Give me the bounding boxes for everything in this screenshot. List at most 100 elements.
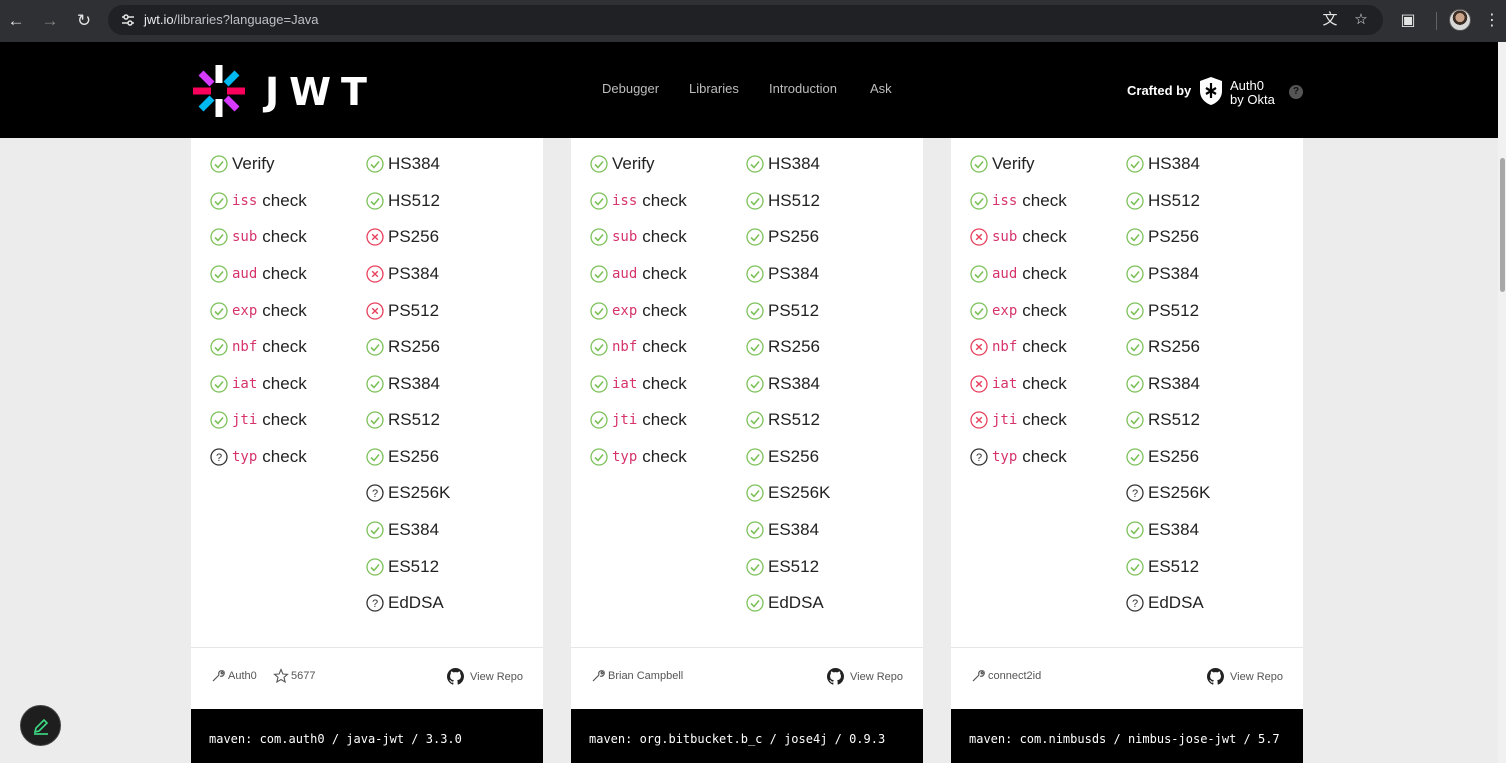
check-circle-icon <box>1126 338 1144 356</box>
jwt-logo-icon[interactable] <box>190 62 248 120</box>
check-circle-icon <box>746 338 764 356</box>
maintainer[interactable]: Brian Campbell <box>590 668 683 684</box>
claim-label: check <box>642 447 687 466</box>
check-circle-icon <box>366 521 384 539</box>
algorithm-item: PS384 <box>1126 263 1199 285</box>
claim-item: aud check <box>210 263 307 285</box>
claim-label: check <box>262 410 307 429</box>
auth0-by-okta-logo[interactable]: Auth0 by Okta <box>1230 79 1275 107</box>
algorithm-label: EdDSA <box>768 593 824 612</box>
claim-label: check <box>262 337 307 356</box>
algorithm-label: EdDSA <box>1148 593 1204 612</box>
more-menu-icon[interactable]: ⋮ <box>1480 9 1504 33</box>
claim-item: iat check <box>970 373 1067 395</box>
check-circle-icon <box>590 302 608 320</box>
check-circle-icon <box>746 521 764 539</box>
check-circle-icon <box>746 192 764 210</box>
maven-snippet[interactable]: maven: org.bitbucket.b_c / jose4j / 0.9.… <box>571 709 923 763</box>
algorithm-item: ? EdDSA <box>366 592 444 614</box>
cross-circle-icon <box>366 265 384 283</box>
library-card: Verify iss check sub check aud check exp check nb… <box>191 138 543 648</box>
maintainer-name: Brian Campbell <box>608 670 684 682</box>
jwt-logo-text[interactable]: JWT <box>265 70 377 114</box>
view-repo-link[interactable]: View Repo <box>1207 668 1283 685</box>
maintainer[interactable]: Auth0 <box>210 668 257 684</box>
profile-avatar[interactable] <box>1449 9 1471 31</box>
algorithm-item: ES384 <box>746 519 819 541</box>
maintainer[interactable]: connect2id <box>970 668 1041 684</box>
check-circle-icon <box>366 155 384 173</box>
check-circle-icon <box>210 155 228 173</box>
nav-introduction[interactable]: Introduction <box>769 81 837 96</box>
algorithm-item: ? ES256K <box>366 482 450 504</box>
check-circle-icon <box>1126 411 1144 429</box>
claim-code: exp <box>612 303 638 319</box>
maintainer-name: Auth0 <box>228 670 257 682</box>
algorithm-label: RS512 <box>1148 410 1200 429</box>
check-circle-icon <box>1126 521 1144 539</box>
algorithm-label: ES512 <box>388 557 440 576</box>
auth0-shield-icon[interactable] <box>1198 76 1224 106</box>
question-circle-icon: ? <box>210 448 228 466</box>
algorithm-label: PS384 <box>388 264 440 283</box>
extensions-icon[interactable]: ▣ <box>1396 9 1420 33</box>
check-circle-icon <box>746 228 764 246</box>
claim-code: iat <box>232 376 258 392</box>
check-circle-icon <box>366 338 384 356</box>
scrollbar-track[interactable] <box>1498 42 1506 763</box>
address-bar[interactable]: jwt.io/libraries?language=Java 文 ☆ <box>108 5 1383 35</box>
algorithm-label: PS512 <box>1148 301 1200 320</box>
back-arrow-icon[interactable]: ← <box>3 8 29 34</box>
site-info-icon[interactable] <box>120 12 136 28</box>
scrollbar-thumb[interactable] <box>1500 158 1505 292</box>
algorithm-item: PS384 <box>366 263 439 285</box>
library-card: Verify iss check sub check aud check exp check nb… <box>951 138 1303 648</box>
claim-label: check <box>262 191 307 210</box>
claim-item: nbf check <box>590 336 687 358</box>
question-circle-icon: ? <box>366 484 384 502</box>
view-repo-link[interactable]: View Repo <box>827 668 903 685</box>
claim-item: aud check <box>590 263 687 285</box>
svg-text:?: ? <box>372 488 378 500</box>
claim-item: ? typ check <box>210 446 307 468</box>
bookmark-star-icon[interactable]: ☆ <box>1351 10 1371 30</box>
claim-code: exp <box>232 303 258 319</box>
check-circle-icon <box>1126 448 1144 466</box>
claim-item: iss check <box>210 190 307 212</box>
claim-code: nbf <box>232 339 258 355</box>
check-circle-icon <box>210 302 228 320</box>
check-circle-icon <box>1126 558 1144 576</box>
algorithm-item: ES512 <box>1126 556 1199 578</box>
forward-arrow-icon[interactable]: → <box>37 8 63 34</box>
algorithm-item: HS512 <box>366 190 440 212</box>
browser-toolbar: ← → ↻ jwt.io/libraries?language=Java 文 ☆… <box>0 0 1506 42</box>
url-path: /libraries?language=Java <box>173 12 319 27</box>
check-circle-icon <box>1126 375 1144 393</box>
nav-debugger[interactable]: Debugger <box>602 81 659 96</box>
nav-ask[interactable]: Ask <box>870 81 892 96</box>
claim-item: exp check <box>970 300 1067 322</box>
edit-pencil-button[interactable] <box>20 705 61 746</box>
help-icon[interactable]: ? <box>1289 85 1303 99</box>
reload-icon[interactable]: ↻ <box>71 8 97 34</box>
claim-label: check <box>642 337 687 356</box>
claim-label: check <box>1022 410 1067 429</box>
nav-libraries[interactable]: Libraries <box>689 81 739 96</box>
algorithm-item: ES256K <box>746 482 830 504</box>
claim-item: typ check <box>590 446 687 468</box>
maven-snippet[interactable]: maven: com.auth0 / java-jwt / 3.3.0 <box>191 709 543 763</box>
card-footer: connect2id View Repo <box>951 647 1303 709</box>
check-circle-icon <box>590 155 608 173</box>
maven-snippet[interactable]: maven: com.nimbusds / nimbus-jose-jwt / … <box>951 709 1303 763</box>
claim-item: exp check <box>590 300 687 322</box>
view-repo-link[interactable]: View Repo <box>447 668 523 685</box>
claim-label: check <box>1022 264 1067 283</box>
check-circle-icon <box>210 192 228 210</box>
view-repo-label: View Repo <box>470 670 523 683</box>
claim-code: jti <box>992 412 1018 428</box>
check-circle-icon <box>366 192 384 210</box>
algorithm-item: ES512 <box>746 556 819 578</box>
algorithm-item: PS512 <box>366 300 439 322</box>
claim-code: typ <box>612 449 638 465</box>
translate-icon[interactable]: 文 <box>1320 10 1340 30</box>
